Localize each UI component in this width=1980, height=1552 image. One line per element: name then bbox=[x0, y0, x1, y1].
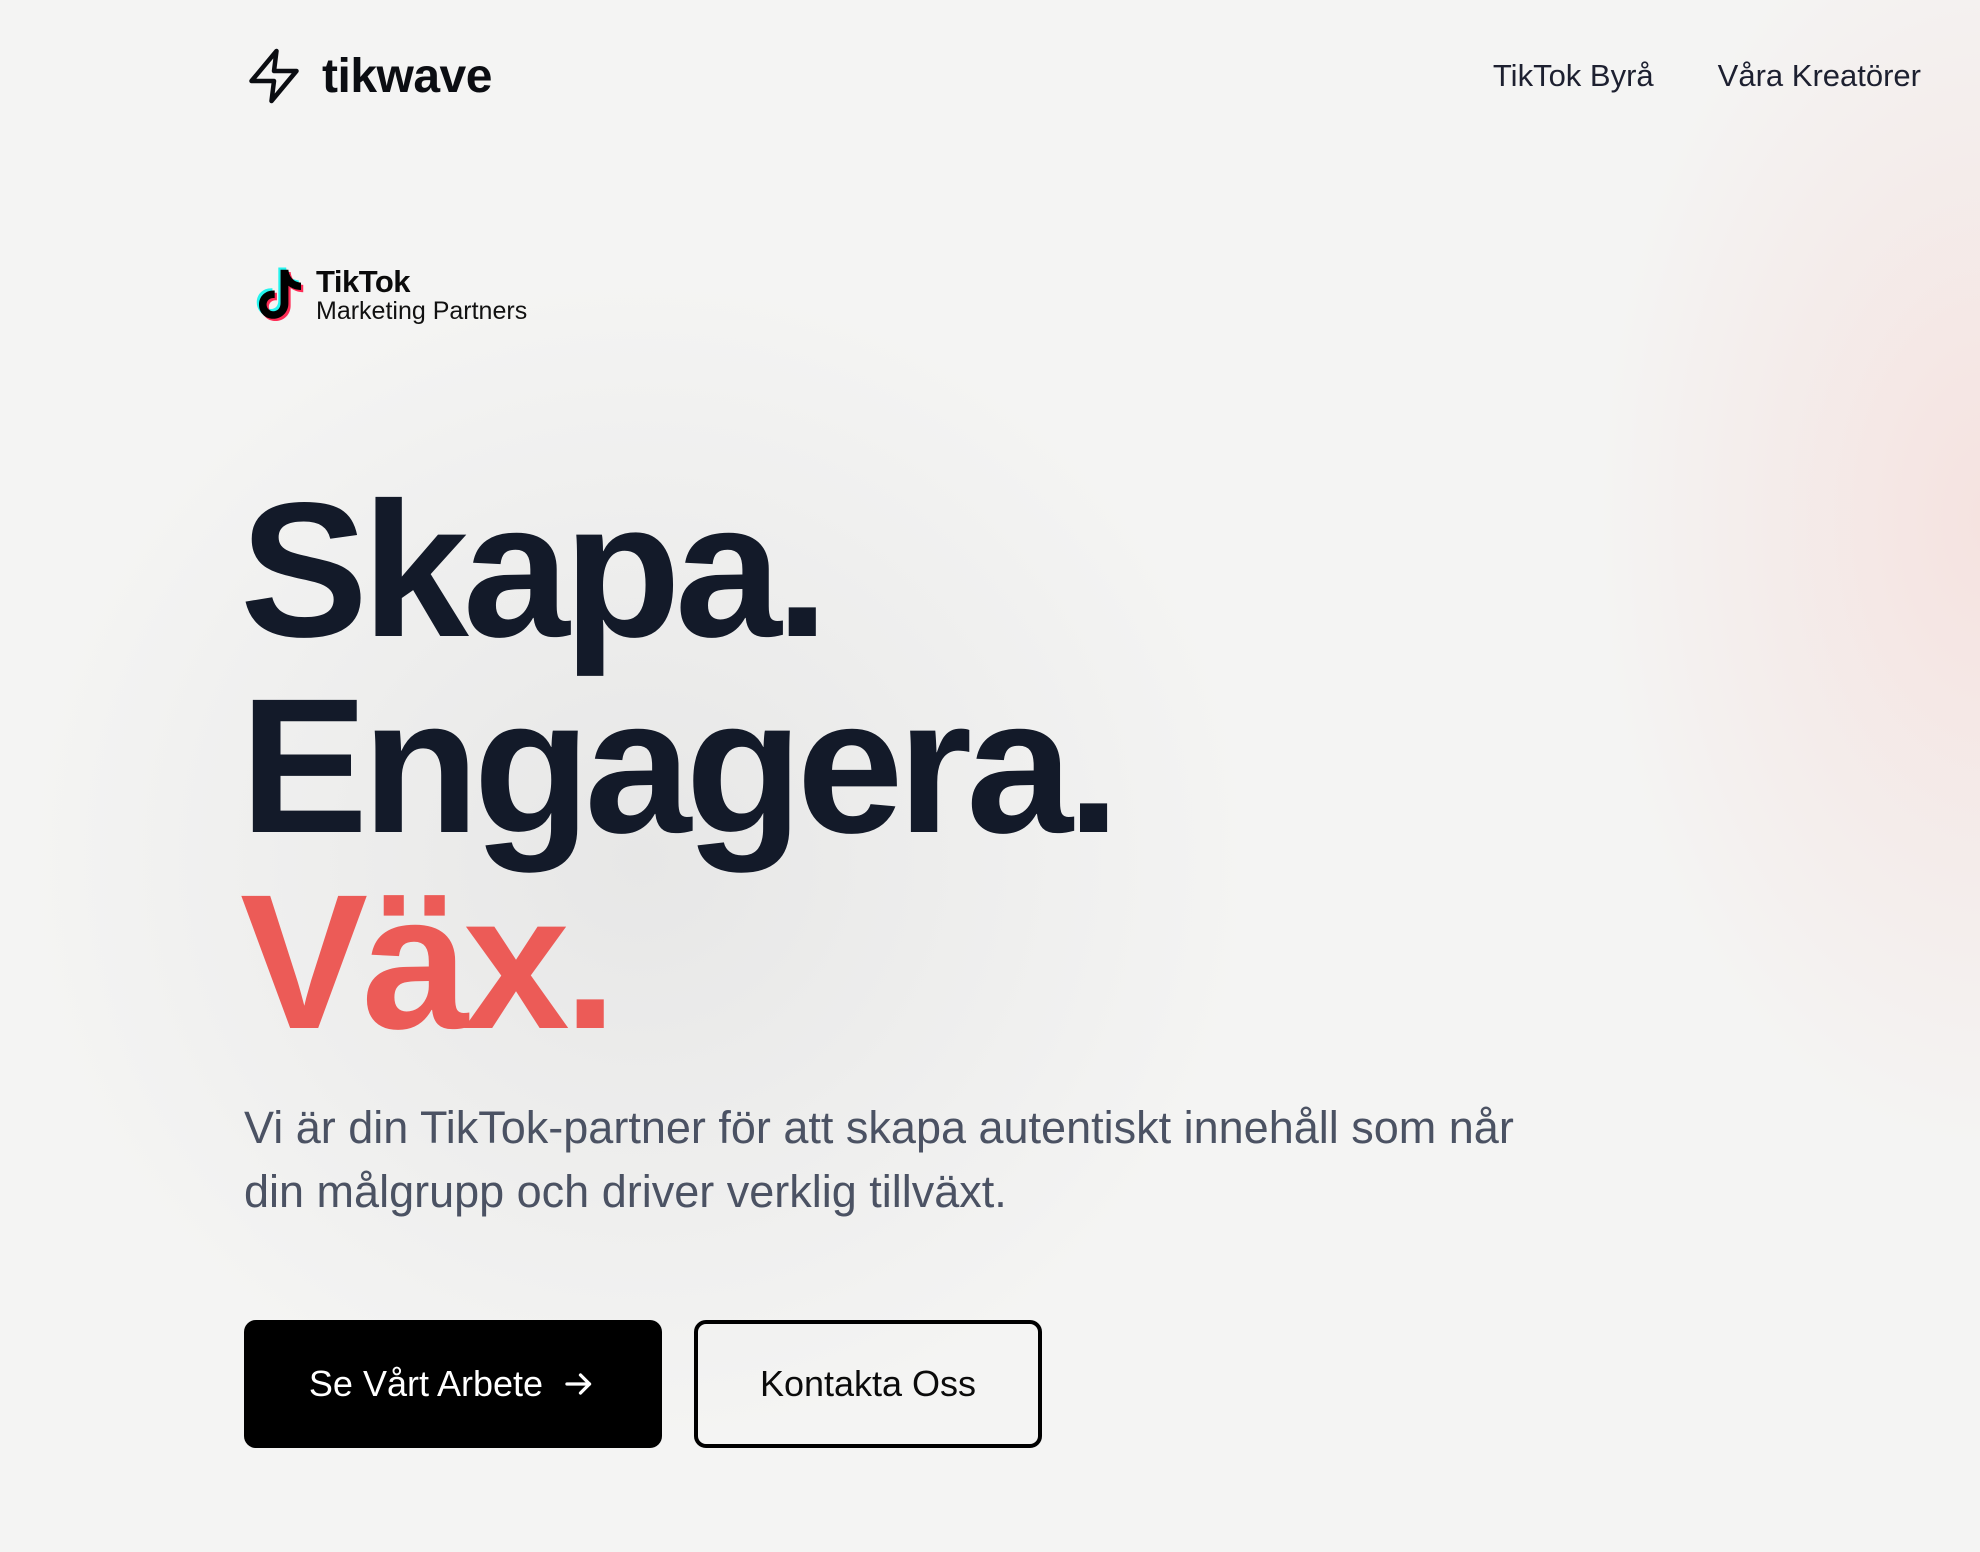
lightning-bolt-icon bbox=[249, 48, 299, 104]
contact-us-button[interactable]: Kontakta Oss bbox=[694, 1320, 1042, 1448]
arrow-right-icon bbox=[565, 1373, 592, 1395]
hero-headline: Skapa. Engagera. Väx. bbox=[240, 462, 1120, 1069]
hero-actions: Se Vårt Arbete Kontakta Oss bbox=[244, 1320, 1042, 1448]
nav-link-vara-kreatorer[interactable]: Våra Kreatörer bbox=[1718, 58, 1921, 94]
see-our-work-label: Se Vårt Arbete bbox=[308, 1363, 544, 1404]
tiktok-logo-icon bbox=[256, 267, 304, 322]
main-nav: TikTok Byrå Våra Kreatörer bbox=[1493, 58, 1921, 94]
brand-logo-link[interactable]: tikwave bbox=[244, 42, 492, 110]
see-our-work-button[interactable]: Se Vårt Arbete bbox=[244, 1320, 662, 1448]
partner-title: TikTok bbox=[316, 264, 411, 299]
headline-line-skapa: Skapa. bbox=[240, 462, 829, 677]
nav-link-tiktok-byra[interactable]: TikTok Byrå bbox=[1493, 58, 1654, 94]
hero-description: Vi är din TikTok-partner för att skapa a… bbox=[244, 1102, 1514, 1217]
tiktok-partner-badge: TikTok Marketing Partners bbox=[252, 262, 527, 328]
contact-us-label: Kontakta Oss bbox=[759, 1363, 977, 1404]
headline-line-vax: Väx. bbox=[240, 854, 617, 1069]
site-header: tikwave TikTok Byrå Våra Kreatörer bbox=[244, 36, 1921, 116]
partner-text: TikTok Marketing Partners bbox=[316, 266, 527, 324]
partner-subtitle: Marketing Partners bbox=[316, 297, 528, 325]
brand-name: tikwave bbox=[322, 49, 492, 103]
headline-line-engagera: Engagera. bbox=[240, 658, 1120, 873]
